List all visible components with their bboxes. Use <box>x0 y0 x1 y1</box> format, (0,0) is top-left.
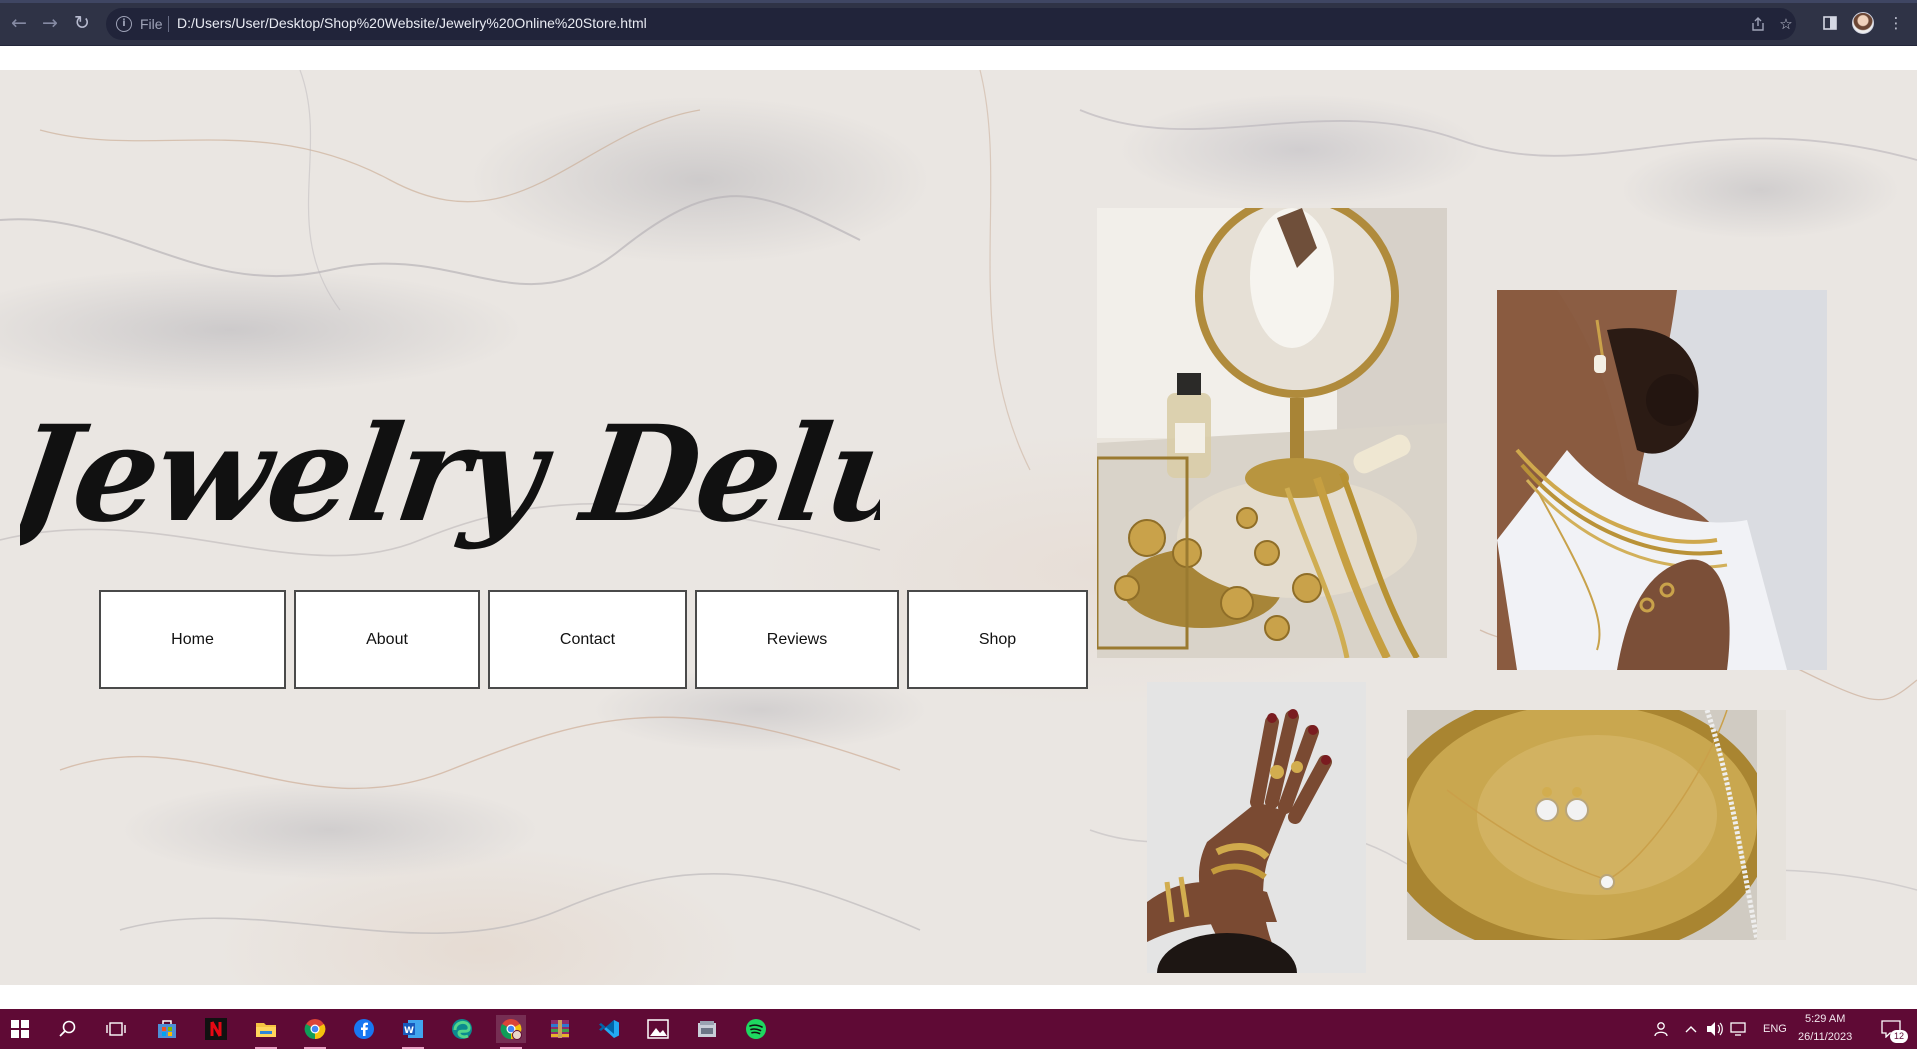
tab-strip-edge <box>0 0 1917 3</box>
store-icon[interactable] <box>152 1015 182 1043</box>
volume-icon[interactable] <box>1704 1015 1726 1043</box>
notification-count: 12 <box>1890 1030 1908 1043</box>
nav-contact-button[interactable]: Contact <box>488 590 687 689</box>
address-divider <box>168 16 169 32</box>
facebook-icon[interactable] <box>349 1015 379 1043</box>
nav-reviews-button[interactable]: Reviews <box>695 590 899 689</box>
notification-icon[interactable]: 12 <box>1876 1015 1908 1043</box>
nav-about-button[interactable]: About <box>294 590 480 689</box>
chrome-profile-icon[interactable] <box>496 1015 526 1049</box>
address-url[interactable]: D:/Users/User/Desktop/Shop%20Website/Jew… <box>177 15 647 31</box>
edge-icon[interactable] <box>447 1015 477 1043</box>
nav-home-button[interactable]: Home <box>99 590 286 689</box>
task-view-icon[interactable] <box>101 1015 131 1043</box>
clock-time[interactable]: 5:29 AM <box>1805 1013 1845 1025</box>
people-icon[interactable] <box>1647 1015 1677 1043</box>
file-explorer-icon[interactable] <box>251 1015 281 1049</box>
svg-text:W: W <box>404 1026 414 1036</box>
browser-toolbar: ← → ↻ i File D:/Users/User/Desktop/Shop%… <box>0 0 1917 46</box>
netflix-icon[interactable] <box>201 1015 231 1043</box>
nav-shop-button[interactable]: Shop <box>907 590 1088 689</box>
spotify-icon[interactable] <box>741 1015 771 1043</box>
photos-icon[interactable] <box>643 1015 673 1043</box>
vscode-icon[interactable] <box>594 1015 624 1043</box>
info-icon[interactable]: i <box>116 16 132 32</box>
back-arrow-icon[interactable]: ← <box>7 11 31 35</box>
hand-rings-bracelets-photo <box>1147 682 1366 973</box>
vanity-mirror-jewelry-photo <box>1097 208 1447 658</box>
start-icon[interactable] <box>5 1015 35 1043</box>
gold-dish-earrings-photo <box>1407 710 1786 940</box>
page-content: Jewelry Deluxe Home About Contact Review… <box>0 70 1917 985</box>
search-icon[interactable] <box>53 1015 83 1043</box>
forward-arrow-icon[interactable]: → <box>38 11 62 35</box>
site-title: Jewelry Deluxe <box>20 397 880 552</box>
profile-avatar[interactable] <box>1852 12 1874 34</box>
network-icon[interactable] <box>1728 1015 1750 1043</box>
site-title-text: Jewelry Deluxe <box>20 397 880 552</box>
star-icon[interactable]: ☆ <box>1776 14 1796 34</box>
sidebar-icon[interactable] <box>1820 13 1840 33</box>
language-indicator[interactable]: ENG <box>1763 1023 1787 1035</box>
reload-icon[interactable]: ↻ <box>70 11 94 35</box>
chrome-icon[interactable] <box>300 1015 330 1049</box>
address-scheme-label: File <box>140 16 163 32</box>
windows-taskbar: W ENG 5:29 AM 26/11/2023 12 <box>0 1009 1917 1049</box>
winrar-icon[interactable] <box>545 1015 575 1043</box>
layered-necklaces-photo <box>1497 290 1827 670</box>
share-icon[interactable] <box>1748 14 1768 34</box>
clock-date[interactable]: 26/11/2023 <box>1798 1031 1852 1043</box>
app-icon[interactable] <box>692 1015 722 1043</box>
kebab-menu-icon[interactable]: ⋮ <box>1886 13 1906 33</box>
chevron-up-icon[interactable] <box>1682 1015 1700 1043</box>
word-icon[interactable]: W <box>398 1015 428 1049</box>
address-bar[interactable]: i File D:/Users/User/Desktop/Shop%20Webs… <box>106 8 1796 40</box>
